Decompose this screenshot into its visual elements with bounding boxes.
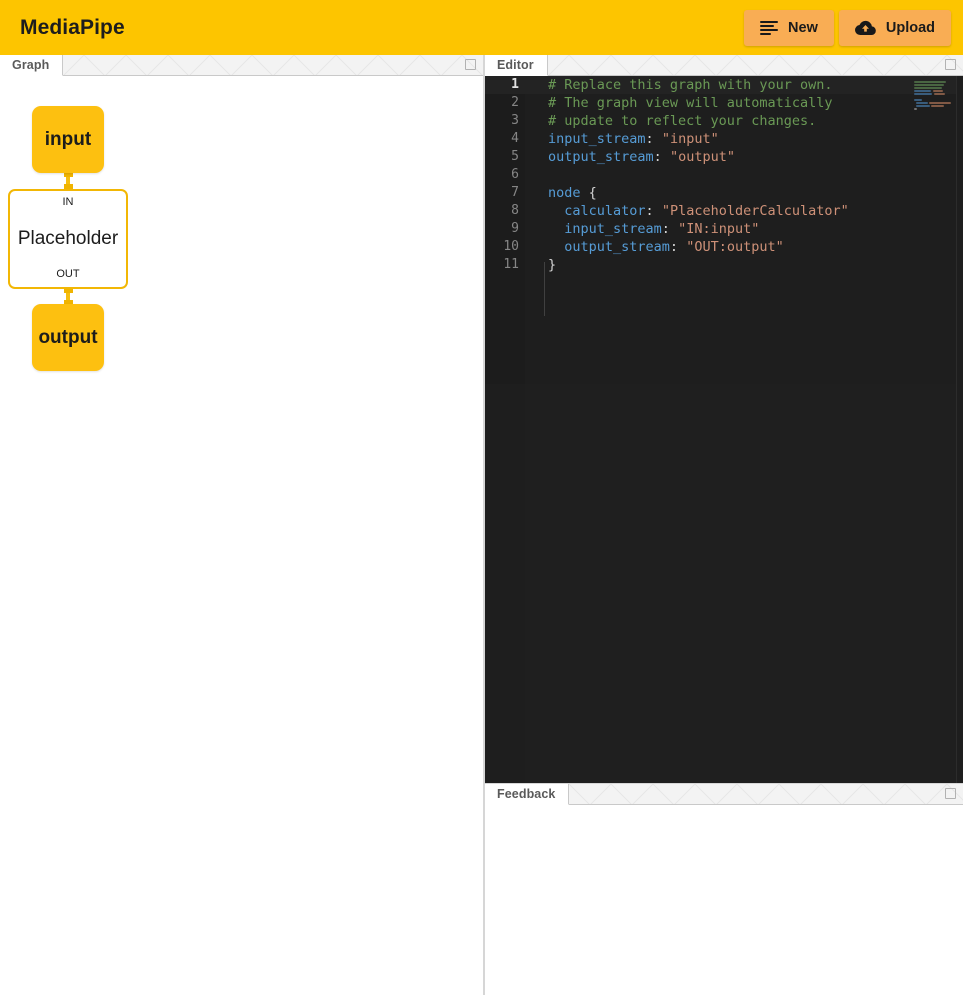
graph-node-placeholder-out-label: OUT	[56, 269, 79, 280]
code-line-number: 10	[485, 238, 520, 256]
graph-node-input-label: input	[45, 130, 91, 149]
graph-node-input[interactable]: input	[32, 106, 104, 173]
minimap-row	[933, 90, 943, 92]
code-line-text: }	[520, 256, 556, 274]
code-line[interactable]: 1# Replace this graph with your own.	[485, 76, 963, 94]
menu-lines-icon	[760, 21, 778, 35]
code-line-text: output_stream: "OUT:output"	[520, 238, 784, 256]
graph-maximize-icon[interactable]	[465, 59, 476, 70]
minimap-row	[931, 105, 944, 107]
minimap-row	[914, 99, 922, 101]
minimap-row	[914, 84, 944, 86]
code-line[interactable]: 7node {	[485, 184, 963, 202]
code-line-text: node {	[520, 184, 597, 202]
code-line[interactable]: 6	[485, 166, 963, 184]
graph-panel: Graph input IN Placeholder OUT	[0, 55, 484, 995]
code-line-text: input_stream: "input"	[520, 130, 719, 148]
cloud-upload-icon	[855, 20, 876, 36]
app-header: MediaPipe New Upload	[0, 0, 963, 55]
minimap-row	[934, 93, 945, 95]
editor-panel: Editor 1# Replace this graph with your o…	[485, 55, 963, 783]
editor-tabstrip: Editor	[485, 55, 963, 76]
tab-feedback[interactable]: Feedback	[485, 784, 569, 805]
code-line[interactable]: 2# The graph view will automatically	[485, 94, 963, 112]
graph-node-output[interactable]: output	[32, 304, 104, 371]
code-line-number: 1	[485, 76, 520, 94]
code-line[interactable]: 3# update to reflect your changes.	[485, 112, 963, 130]
new-button-label: New	[788, 20, 818, 36]
code-line-number: 5	[485, 148, 520, 166]
code-line-number: 8	[485, 202, 520, 220]
minimap-row	[914, 87, 942, 89]
editor-maximize-icon[interactable]	[945, 59, 956, 70]
code-line[interactable]: 11}	[485, 256, 963, 274]
tab-graph[interactable]: Graph	[0, 55, 63, 76]
feedback-panel: Feedback	[485, 784, 963, 995]
minimap-row	[929, 102, 951, 104]
editor-vertical-scrollbar[interactable]	[956, 76, 963, 783]
code-line-number: 3	[485, 112, 520, 130]
code-editor[interactable]: 1# Replace this graph with your own.2# T…	[485, 76, 963, 783]
graph-node-placeholder-label: Placeholder	[18, 229, 118, 248]
graph-tabstrip: Graph	[0, 55, 483, 76]
minimap-row	[914, 81, 946, 83]
minimap-row	[914, 108, 917, 110]
minimap-row	[914, 93, 932, 95]
mediapipe-visualizer-app: MediaPipe New Upload Graph	[0, 0, 963, 995]
minimap-row	[916, 102, 928, 104]
code-line[interactable]: 5output_stream: "output"	[485, 148, 963, 166]
code-lines: 1# Replace this graph with your own.2# T…	[485, 76, 963, 274]
code-line-number: 6	[485, 166, 520, 184]
feedback-tabstrip: Feedback	[485, 784, 963, 805]
graph-canvas[interactable]: input IN Placeholder OUT output	[0, 76, 483, 994]
feedback-content	[485, 805, 963, 995]
header-actions: New Upload	[744, 10, 951, 46]
code-line[interactable]: 4input_stream: "input"	[485, 130, 963, 148]
code-line-text: # Replace this graph with your own.	[520, 76, 832, 94]
minimap-row	[916, 105, 930, 107]
code-line-number: 9	[485, 220, 520, 238]
code-line[interactable]: 8 calculator: "PlaceholderCalculator"	[485, 202, 963, 220]
tab-editor[interactable]: Editor	[485, 55, 548, 76]
graph-node-placeholder-in-label: IN	[63, 197, 74, 208]
code-line-text: output_stream: "output"	[520, 148, 735, 166]
editor-minimap[interactable]	[910, 80, 952, 110]
code-line-text: # update to reflect your changes.	[520, 112, 816, 130]
upload-button[interactable]: Upload	[839, 10, 951, 46]
code-line-number: 2	[485, 94, 520, 112]
app-brand-title: MediaPipe	[20, 17, 125, 38]
code-line-text: calculator: "PlaceholderCalculator"	[520, 202, 849, 220]
graph-node-output-label: output	[38, 328, 97, 347]
minimap-row	[914, 90, 931, 92]
code-line-number: 7	[485, 184, 520, 202]
code-line-text: # The graph view will automatically	[520, 94, 832, 112]
feedback-maximize-icon[interactable]	[945, 788, 956, 799]
code-line[interactable]: 10 output_stream: "OUT:output"	[485, 238, 963, 256]
editor-empty-area	[525, 384, 956, 783]
code-line-text: input_stream: "IN:input"	[520, 220, 759, 238]
upload-button-label: Upload	[886, 20, 935, 36]
code-line-number: 11	[485, 256, 520, 274]
code-line[interactable]: 9 input_stream: "IN:input"	[485, 220, 963, 238]
code-line-number: 4	[485, 130, 520, 148]
graph-node-placeholder[interactable]: IN Placeholder OUT	[8, 189, 128, 289]
new-button[interactable]: New	[744, 10, 834, 46]
